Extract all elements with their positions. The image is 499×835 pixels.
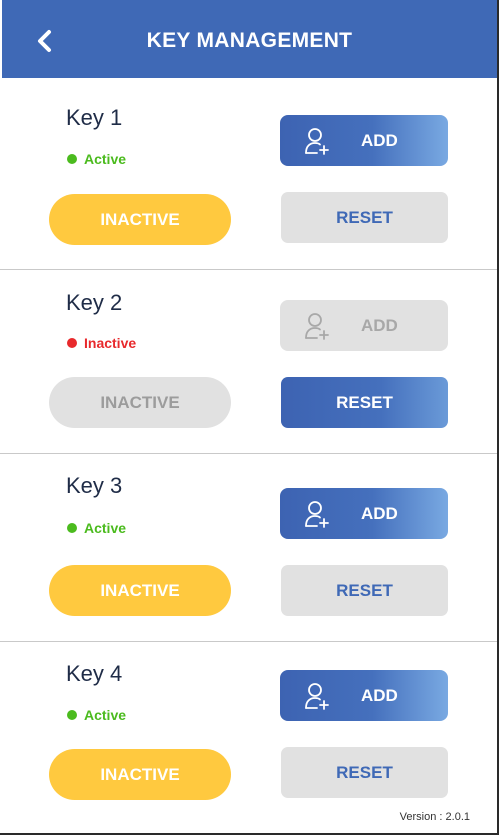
inactive-button[interactable]: INACTIVE	[49, 194, 231, 245]
status-text: Active	[84, 151, 127, 167]
add-user-icon	[305, 313, 329, 340]
status-dot-icon	[67, 154, 77, 164]
app-frame: KEY MANAGEMENT Key 1 Active ADD INACTIVE…	[0, 0, 497, 833]
add-button[interactable]: ADD	[280, 488, 448, 539]
reset-button[interactable]: RESET	[281, 377, 448, 428]
reset-button[interactable]: RESET	[281, 747, 448, 798]
add-button[interactable]: ADD	[280, 115, 448, 166]
version-label: Version : 2.0.1	[399, 811, 470, 823]
status-badge: Inactive	[67, 335, 136, 351]
status-dot-icon	[67, 338, 77, 348]
key-card-2: Key 2 Inactive ADD INACTIVE RESET	[0, 270, 497, 453]
key-card-4: Key 4 Active ADD INACTIVE RESET	[0, 642, 497, 833]
add-user-icon	[305, 501, 329, 528]
status-badge: Active	[67, 707, 126, 723]
add-label: ADD	[361, 686, 398, 705]
add-label: ADD	[361, 504, 398, 523]
key-card-1: Key 1 Active ADD INACTIVE RESET	[0, 78, 497, 269]
status-badge: Active	[67, 151, 126, 167]
inactive-button[interactable]: INACTIVE	[49, 749, 231, 800]
add-button[interactable]: ADD	[280, 300, 448, 351]
reset-button[interactable]: RESET	[281, 192, 448, 243]
status-dot-icon	[67, 523, 77, 533]
status-dot-icon	[67, 710, 77, 720]
inactive-button[interactable]: INACTIVE	[49, 377, 231, 428]
status-text: Active	[84, 707, 127, 723]
key-name: Key 1	[66, 105, 123, 130]
key-name: Key 3	[66, 473, 123, 498]
status-text: Active	[84, 520, 127, 536]
page-title: KEY MANAGEMENT	[146, 29, 353, 52]
add-user-icon	[305, 128, 329, 155]
key-name: Key 2	[66, 290, 123, 315]
status-badge: Active	[67, 520, 126, 536]
header-bar: KEY MANAGEMENT	[2, 0, 497, 78]
add-button[interactable]: ADD	[280, 670, 448, 721]
inactive-button[interactable]: INACTIVE	[49, 565, 231, 616]
reset-button[interactable]: RESET	[281, 565, 448, 616]
key-card-3: Key 3 Active ADD INACTIVE RESET	[0, 454, 497, 641]
add-label: ADD	[361, 316, 398, 335]
add-user-icon	[305, 683, 329, 710]
status-text: Inactive	[84, 335, 137, 351]
key-name: Key 4	[66, 661, 123, 686]
add-label: ADD	[361, 131, 398, 150]
